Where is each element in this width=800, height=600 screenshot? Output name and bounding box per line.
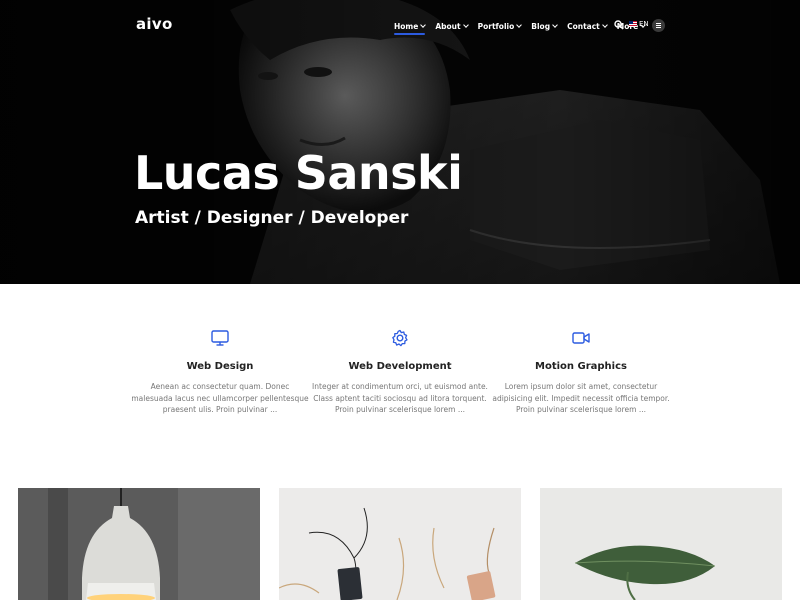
chevron-down-icon bbox=[552, 22, 558, 28]
uk-flag-icon bbox=[629, 21, 637, 27]
top-navigation: aivo Home About Portfolio Blog Contact M… bbox=[0, 0, 800, 52]
hero-section: aivo Home About Portfolio Blog Contact M… bbox=[0, 0, 800, 284]
menu-item-label: Home bbox=[394, 21, 419, 31]
hang-tags-image bbox=[279, 488, 521, 600]
service-description: Integer at condimentum orci, ut euismod … bbox=[312, 382, 488, 414]
chevron-down-icon bbox=[420, 22, 427, 28]
hero-title: Lucas Sanski bbox=[134, 146, 463, 200]
services-section: Web Design Aenean ac consectetur quam. D… bbox=[0, 284, 800, 484]
hero-subtitle: Artist / Designer / Developer bbox=[135, 208, 409, 228]
service-web-development: Web Development Integer at condimentum o… bbox=[310, 328, 490, 416]
portfolio-item-lamp[interactable] bbox=[18, 488, 260, 600]
portfolio-item-tags[interactable] bbox=[279, 488, 521, 600]
monitor-icon bbox=[211, 330, 229, 346]
menu-item-home[interactable]: Home bbox=[394, 20, 427, 35]
search-icon[interactable] bbox=[614, 20, 624, 30]
menu-item-label: Contact bbox=[567, 21, 600, 31]
service-web-design: Web Design Aenean ac consectetur quam. D… bbox=[130, 328, 310, 416]
portfolio-item-leaf[interactable] bbox=[540, 488, 782, 600]
pendant-lamp-image bbox=[18, 488, 260, 600]
menu-item-label: Portfolio bbox=[477, 21, 515, 31]
service-description: Lorem ipsum dolor sit amet, consectetur … bbox=[492, 382, 670, 414]
menu-item-portfolio[interactable]: Portfolio bbox=[477, 20, 523, 32]
video-camera-icon bbox=[572, 332, 590, 344]
language-switcher[interactable]: EN bbox=[629, 20, 649, 28]
green-leaf-image bbox=[540, 488, 782, 600]
service-title: Web Design bbox=[186, 361, 254, 372]
service-title: Web Development bbox=[348, 361, 452, 372]
gear-icon bbox=[392, 329, 408, 347]
site-logo[interactable]: aivo bbox=[136, 15, 173, 33]
chevron-down-icon bbox=[601, 22, 608, 28]
service-motion-graphics: Motion Graphics Lorem ipsum dolor sit am… bbox=[491, 328, 671, 416]
chevron-down-icon bbox=[516, 22, 523, 28]
language-label: EN bbox=[639, 20, 649, 28]
service-title: Motion Graphics bbox=[535, 361, 627, 372]
menu-item-blog[interactable]: Blog bbox=[531, 20, 558, 32]
menu-item-label: About bbox=[435, 21, 461, 31]
menu-item-about[interactable]: About bbox=[435, 20, 469, 32]
menu-item-contact[interactable]: Contact bbox=[567, 20, 608, 32]
hamburger-icon bbox=[656, 23, 661, 24]
menu-item-label: Blog bbox=[531, 21, 551, 31]
service-description: Aenean ac consectetur quam. Donec malesu… bbox=[131, 382, 309, 414]
chevron-down-icon bbox=[462, 22, 469, 28]
menu-toggle-button[interactable] bbox=[652, 19, 665, 32]
